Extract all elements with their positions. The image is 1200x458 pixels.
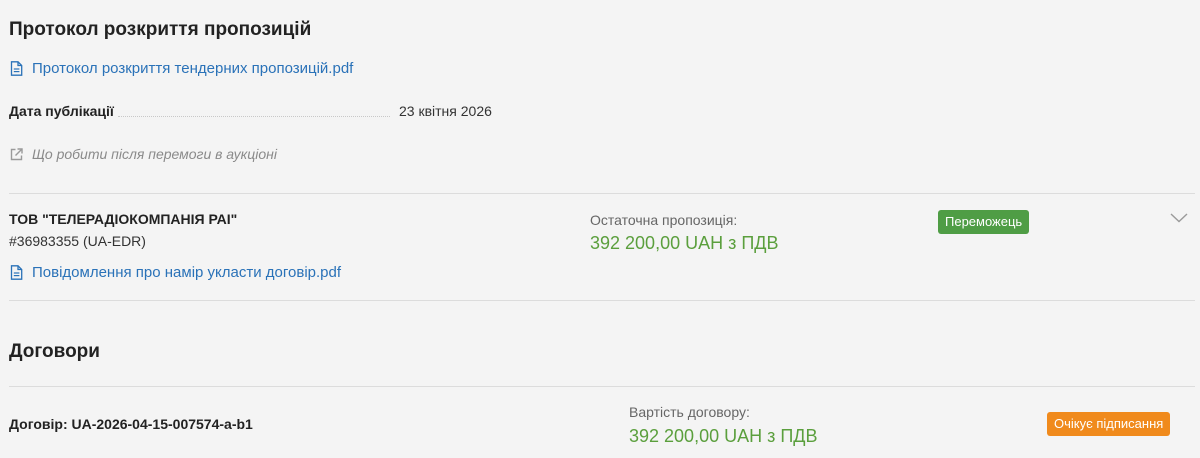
contracts-section-title: Договори	[9, 341, 100, 362]
external-link-icon	[10, 147, 23, 160]
after-win-link-text: Що робити після перемоги в аукціоні	[32, 146, 277, 162]
bidder-name: ТОВ "ТЕЛЕРАДІОКОМПАНІЯ РАІ"	[9, 211, 238, 227]
tender-results-page: Протокол розкриття пропозицій Протокол р…	[0, 0, 1200, 458]
pending-signature-badge: Очікує підписання	[1047, 412, 1171, 436]
protocol-file-link-text: Протокол розкриття тендерних пропозицій.…	[32, 60, 354, 77]
protocol-section-title: Протокол розкриття пропозицій	[9, 19, 312, 40]
contract-value-label: Вартість договору:	[629, 404, 750, 420]
publication-date-value: 23 квітня 2026	[399, 103, 492, 119]
notice-file-link-text: Повідомлення про намір укласти договір.p…	[32, 264, 342, 281]
publication-date-label: Дата публікації	[9, 103, 114, 119]
document-icon	[10, 61, 23, 76]
chevron-down-icon	[1170, 213, 1188, 223]
protocol-file-link[interactable]: Протокол розкриття тендерних пропозицій.…	[10, 60, 353, 77]
after-win-link[interactable]: Що робити після перемоги в аукціоні	[10, 146, 277, 162]
notice-file-link[interactable]: Повідомлення про намір укласти договір.p…	[10, 264, 341, 281]
section-divider	[9, 386, 1195, 387]
dotted-leader	[118, 116, 390, 117]
section-divider	[9, 193, 1195, 194]
section-divider	[9, 300, 1195, 301]
contract-id: Договір: UA-2026-04-15-007574-a-b1	[9, 416, 253, 432]
document-icon	[10, 265, 23, 280]
final-offer-label: Остаточна пропозиція:	[590, 212, 738, 228]
expand-bidder-toggle[interactable]	[1170, 211, 1188, 223]
final-offer-amount: 392 200,00 UAH з ПДВ	[590, 233, 779, 253]
winner-badge: Переможець	[938, 210, 1030, 234]
contract-value-amount: 392 200,00 UAH з ПДВ	[629, 426, 818, 446]
bidder-code: #36983355 (UA-EDR)	[9, 233, 146, 249]
